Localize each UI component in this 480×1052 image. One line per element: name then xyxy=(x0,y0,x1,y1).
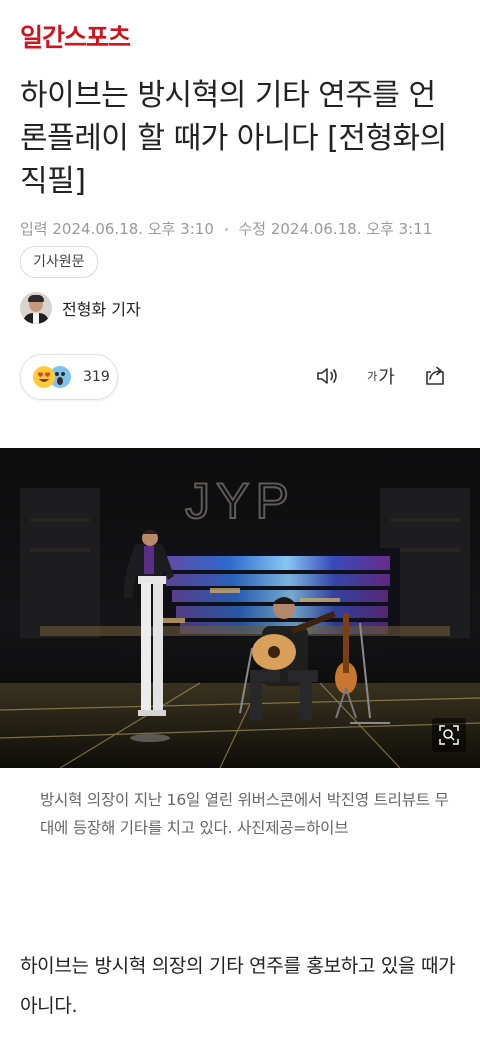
heart-eyes-emoji-icon xyxy=(33,366,55,388)
article-photo[interactable]: JYP xyxy=(0,448,480,768)
modified-label: 수정 xyxy=(238,220,267,238)
svg-text:JYP: JYP xyxy=(185,473,295,529)
jyp-sign: JYP xyxy=(184,472,295,530)
font-size-button[interactable]: 가가 xyxy=(364,362,398,390)
published-label: 입력 xyxy=(20,220,48,238)
speaker-icon xyxy=(317,368,337,384)
reaction-icons xyxy=(33,365,77,389)
font-size-small-glyph: 가 xyxy=(367,370,378,383)
reporter-avatar xyxy=(20,292,52,324)
reporter-byline[interactable]: 전형화 기자 xyxy=(20,290,141,326)
font-size-big-glyph: 가 xyxy=(378,367,395,388)
photo-caption: 방시혁 의장이 지난 16일 열린 위버스콘에서 박진영 트리뷰트 무대에 등장… xyxy=(40,791,449,837)
share-button[interactable] xyxy=(420,362,450,390)
article-body-paragraph: 하이브는 방시혁 의장의 기타 연주를 홍보하고 있을 때가 아니다. xyxy=(20,955,456,1017)
modified-date: 2024.06.18. 오후 3:11 xyxy=(270,220,433,238)
text-to-speech-button[interactable] xyxy=(313,362,343,390)
concert-stage-photo: JYP xyxy=(0,448,480,768)
meta-separator xyxy=(224,228,228,231)
article-dates: 입력 2024.06.18. 오후 3:10 수정 2024.06.18. 오후… xyxy=(20,218,432,240)
reaction-button[interactable]: 319 xyxy=(20,354,118,400)
reporter-name[interactable]: 전형화 기자 xyxy=(62,296,141,320)
photo-zoom-button[interactable] xyxy=(432,718,466,752)
reaction-count: 319 xyxy=(83,369,110,385)
brand-logo[interactable]: 일간스포츠 xyxy=(20,22,131,54)
share-icon xyxy=(426,366,444,385)
published-date: 2024.06.18. 오후 3:10 xyxy=(52,220,214,238)
article-title: 하이브는 방시혁의 기타 연주를 언론플레이 할 때가 아니다 [전형화의 직필… xyxy=(20,78,447,199)
original-article-button[interactable]: 기사원문 xyxy=(20,246,98,278)
zoom-icon xyxy=(439,725,459,745)
